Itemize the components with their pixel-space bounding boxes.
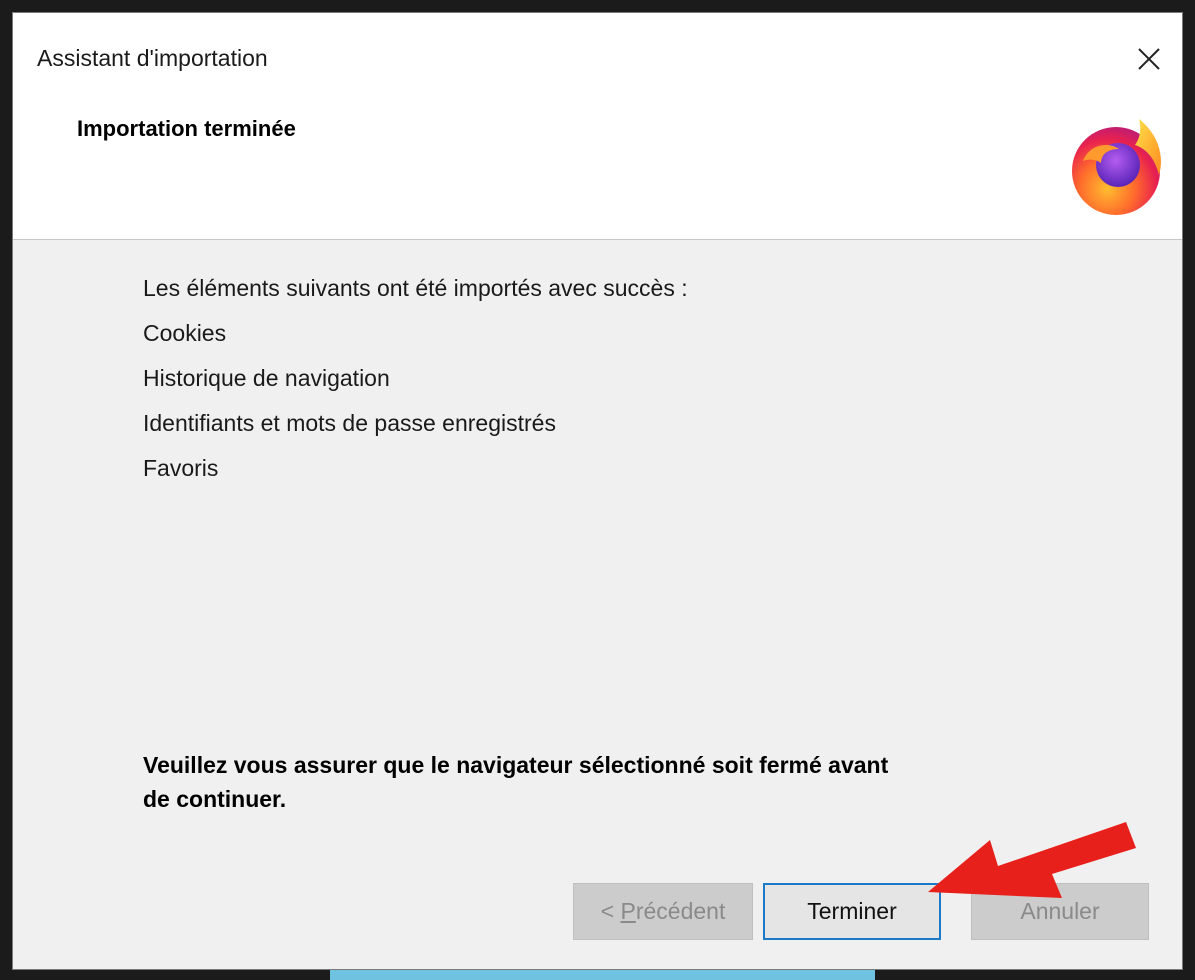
page-heading: Importation terminée [77, 116, 296, 141]
cancel-button[interactable]: Annuler [971, 883, 1149, 940]
close-button[interactable] [1131, 41, 1167, 77]
warning-line-2: de continuer. [143, 786, 287, 812]
window-title: Assistant d'importation [37, 45, 268, 71]
list-item: Historique de navigation [143, 365, 390, 391]
close-icon [1138, 48, 1160, 70]
previous-button-label: récédent [635, 898, 726, 924]
import-wizard-dialog: Assistant d'importation Importation term… [12, 12, 1183, 970]
previous-button-prefix: < [600, 898, 621, 924]
intro-text: Les éléments suivants ont été importés a… [143, 275, 688, 301]
warning-line-1: Veuillez vous assurer que le navigateur … [143, 752, 889, 778]
imported-items-list: Cookies Historique de navigation Identif… [143, 322, 688, 480]
list-item: Favoris [143, 455, 219, 481]
import-results: Les éléments suivants ont été importés a… [143, 275, 688, 502]
wizard-header: Assistant d'importation Importation term… [13, 13, 1182, 240]
previous-button[interactable]: < Précédent [573, 883, 753, 940]
finish-button[interactable]: Terminer [763, 883, 941, 940]
list-item: Identifiants et mots de passe enregistré… [143, 410, 556, 436]
previous-button-access-key: P [620, 898, 636, 924]
firefox-logo-icon [1072, 119, 1161, 215]
list-item: Cookies [143, 320, 227, 346]
warning-message: Veuillez vous assurer que le navigateur … [143, 748, 1043, 816]
